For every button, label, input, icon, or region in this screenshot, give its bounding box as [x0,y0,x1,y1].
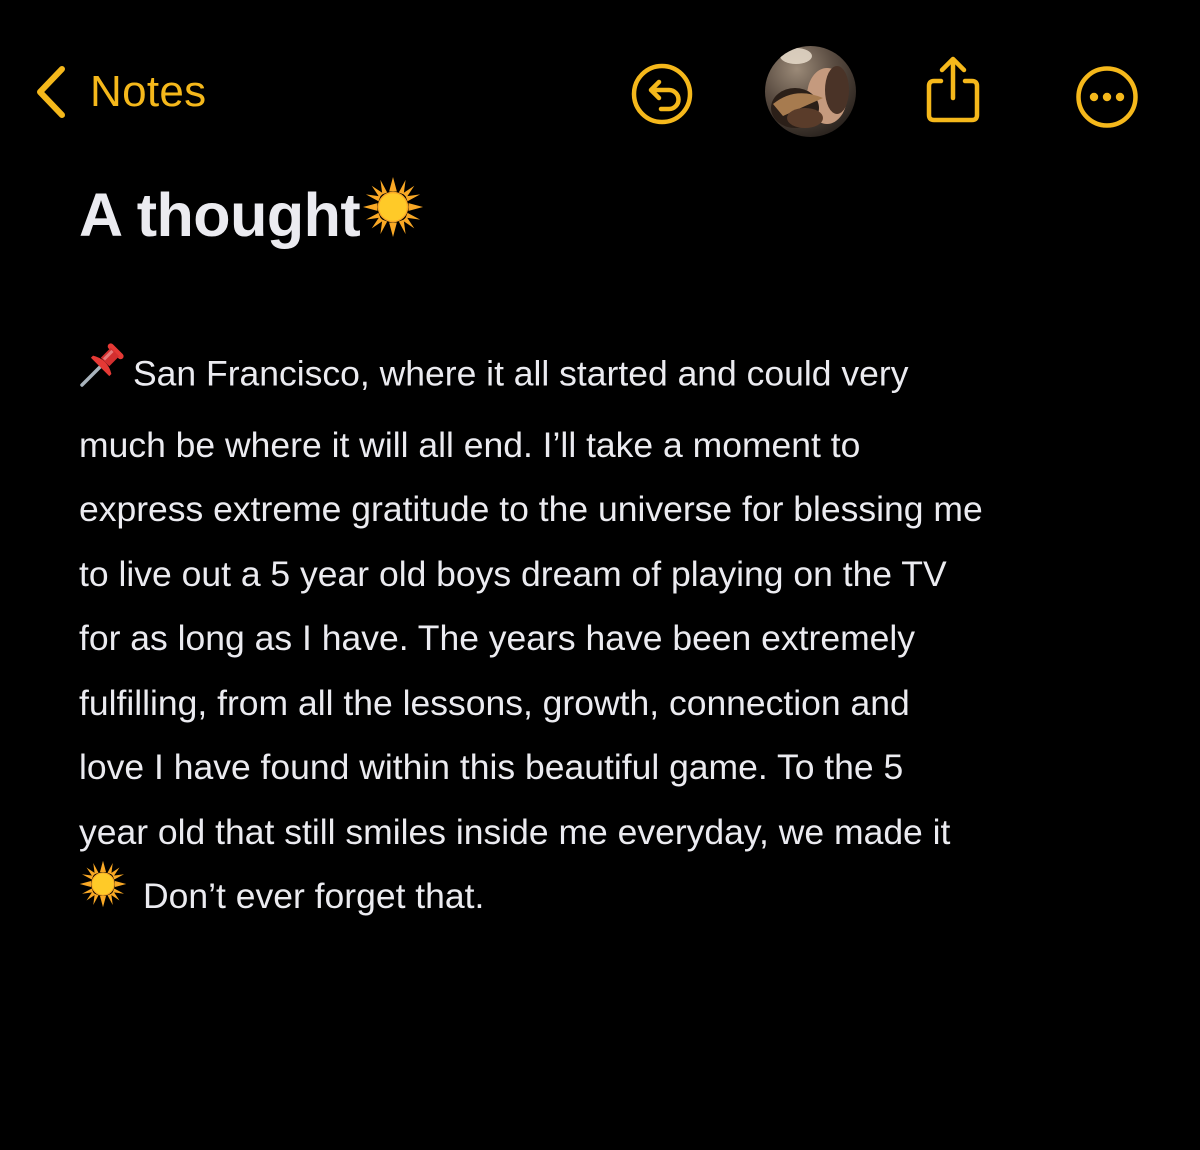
body-line-text: Don’t ever forget that. [143,876,485,916]
sun-emoji-icon [362,176,424,252]
note-body[interactable]: San Francisco, where it all started and … [79,340,1149,933]
undo-icon [631,63,693,125]
body-line: much be where it will all end. I’ll take… [79,424,861,465]
note-title-text: A thought [79,181,361,249]
body-line: year old that still smiles inside me eve… [79,811,951,852]
body-line: express extreme gratitude to the univers… [79,489,983,529]
sun-emoji-icon [79,860,127,929]
more-button[interactable] [1075,65,1139,129]
body-line: San Francisco, where it all started and … [79,340,1149,413]
note-toolbar: Notes [0,0,1200,185]
body-line: for as long as I have. The years have be… [79,618,916,658]
body-line-text: San Francisco, where it all started and … [133,353,909,394]
note-title[interactable]: A thought [79,180,424,258]
collaborator-avatar[interactable] [765,46,856,137]
share-button[interactable] [922,55,984,125]
share-icon [922,55,984,125]
body-line: love I have found within this beautiful … [79,747,904,787]
body-line: to live out a 5 year old boys dream of p… [79,553,947,594]
body-line: Don’t ever forget that. [79,864,1149,933]
chevron-left-icon [34,64,68,120]
ellipsis-circle-icon [1075,65,1139,129]
undo-button[interactable] [631,63,693,125]
pushpin-emoji-icon [79,336,131,409]
back-label: Notes [90,67,207,116]
back-button[interactable]: Notes [34,60,206,124]
body-line: fulfilling, from all the lessons, growth… [79,682,910,723]
